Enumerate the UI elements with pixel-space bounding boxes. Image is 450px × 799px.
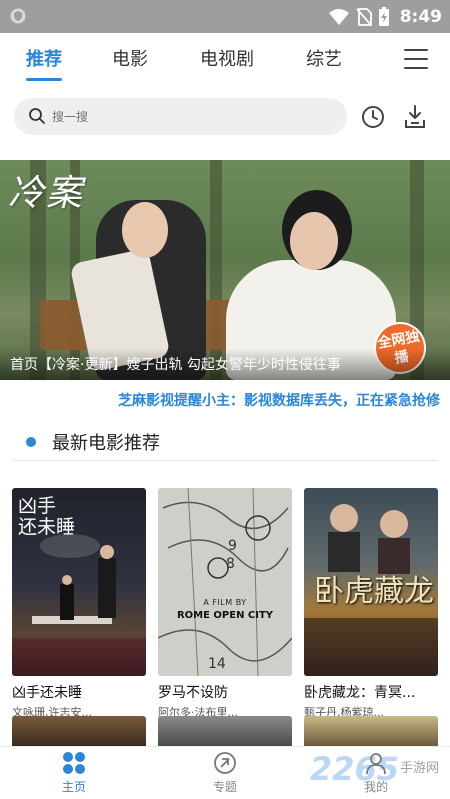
- movie-card[interactable]: 卧虎藏龙 卧虎藏龙：青冥... 甄子丹,杨紫琼...: [304, 488, 438, 720]
- download-icon[interactable]: [403, 104, 427, 130]
- search-input[interactable]: [52, 102, 332, 131]
- nav-topics[interactable]: 专题: [195, 751, 255, 795]
- search-icon: [29, 108, 45, 124]
- watermark-site: 手游网: [400, 761, 440, 776]
- topics-icon: [214, 752, 236, 774]
- poster-title: 凶手 还未睡: [18, 495, 76, 538]
- poster-subtitle: A FILM BY: [203, 598, 247, 607]
- featured-banner[interactable]: 冷案 全网独播 首页【冷案·更新】嫂子出轨 勾起女警年少时性侵往事: [0, 160, 450, 380]
- section-title: 最新电影推荐: [52, 433, 160, 454]
- banner-face-right: [290, 212, 338, 270]
- poster-title: ROME OPEN CITY: [176, 610, 274, 621]
- section-dot-icon: [26, 437, 36, 447]
- movie-card[interactable]: 凶手 还未睡 凶手还未睡 文咏珊,许志安...: [12, 488, 146, 720]
- movie-poster[interactable]: 凶手 还未睡: [12, 488, 146, 676]
- wifi-icon: [328, 8, 349, 25]
- movie-poster[interactable]: 卧虎藏龙: [304, 488, 438, 676]
- tab-tv-series[interactable]: 电视剧: [200, 45, 254, 71]
- tab-variety[interactable]: 综艺: [306, 45, 342, 71]
- movie-title: 罗马不设防: [158, 685, 228, 701]
- category-tabs: 推荐 电影 电视剧 综艺: [0, 33, 450, 87]
- banner-show-logo: 冷案: [8, 173, 85, 214]
- watermark-logo: 2265: [310, 750, 400, 788]
- status-bar: 8:49: [0, 0, 450, 33]
- status-time: 8:49: [399, 6, 442, 27]
- movie-poster[interactable]: 9 8 14 A FILM BY ROME OPEN CITY: [158, 488, 292, 676]
- active-tab-indicator: [26, 78, 62, 81]
- home-icon: [63, 752, 85, 774]
- nav-topics-label: 专题: [212, 780, 237, 794]
- menu-icon[interactable]: [404, 49, 428, 69]
- movie-title: 卧虎藏龙：青冥...: [304, 685, 416, 701]
- poster-number: 8: [226, 556, 235, 572]
- no-sim-icon: [356, 7, 372, 26]
- battery-charging-icon: [378, 6, 389, 26]
- poster-number: 14: [208, 656, 226, 672]
- search-bar[interactable]: [14, 98, 347, 135]
- notice-marquee: 芝麻影视提醒小主：影视数据库丢失，正在紧急抢修: [118, 393, 440, 409]
- shield-icon: [10, 8, 26, 24]
- movie-title: 凶手还未睡: [12, 685, 82, 701]
- movie-poster-partial[interactable]: [304, 716, 438, 746]
- divider: [12, 460, 438, 461]
- banner-caption: 首页【冷案·更新】嫂子出轨 勾起女警年少时性侵往事: [0, 348, 450, 380]
- poster-number: 9: [228, 538, 237, 554]
- tab-movies[interactable]: 电影: [112, 45, 148, 71]
- tab-recommended[interactable]: 推荐: [26, 45, 62, 71]
- movie-poster-partial[interactable]: [158, 716, 292, 746]
- nav-home-label: 主页: [61, 780, 86, 794]
- section-header: 最新电影推荐: [14, 428, 160, 456]
- movie-poster-partial[interactable]: [12, 716, 146, 746]
- nav-home[interactable]: 主页: [44, 751, 104, 795]
- banner-face-left: [122, 202, 168, 258]
- history-icon[interactable]: [361, 105, 385, 129]
- poster-art: [158, 488, 292, 676]
- poster-title: 卧虎藏龙: [314, 574, 434, 609]
- movie-card[interactable]: 9 8 14 A FILM BY ROME OPEN CITY 罗马不设防 阿尔…: [158, 488, 292, 720]
